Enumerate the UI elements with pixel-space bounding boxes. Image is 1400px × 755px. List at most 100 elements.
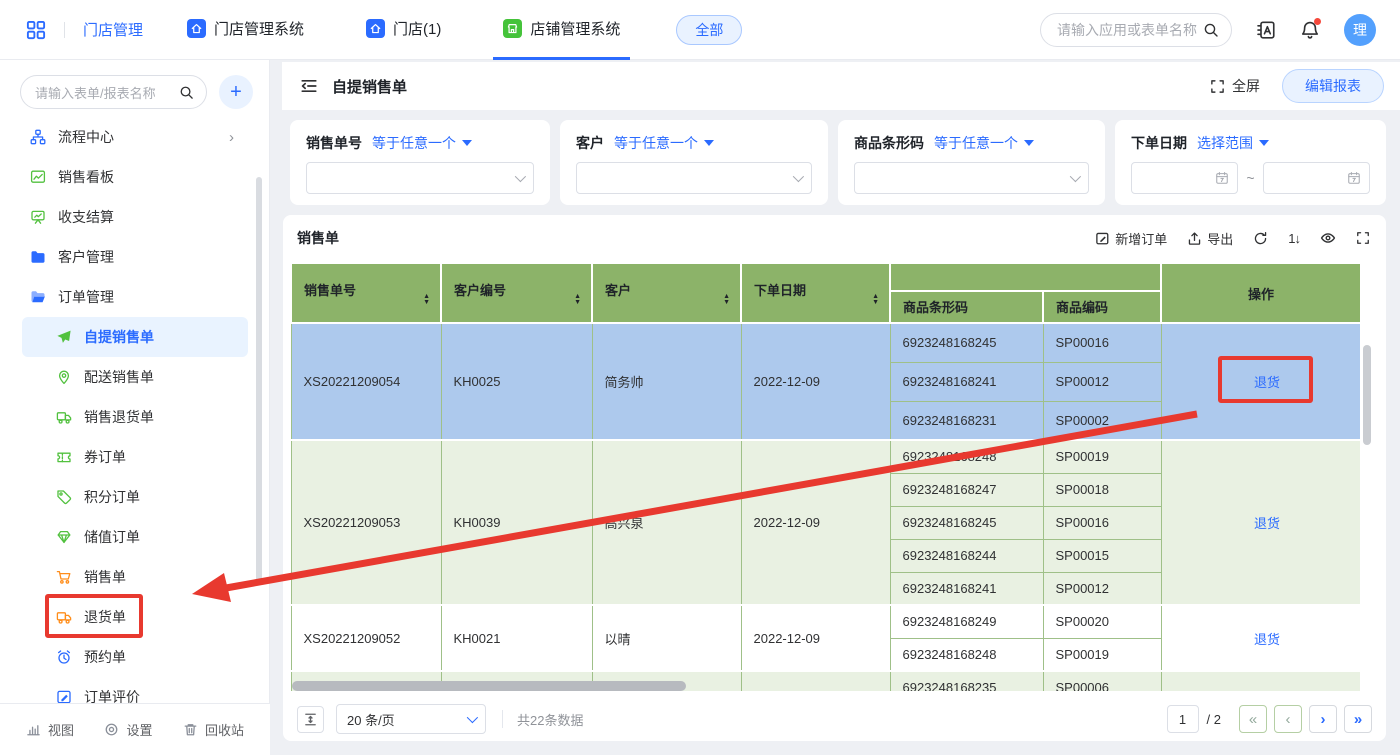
cell-order-date: 2022-12-09 [741,323,890,440]
filter-select[interactable] [306,162,534,194]
app-tab-2[interactable]: 门店(1) [356,0,451,60]
sidebar-scrollbar[interactable] [256,177,262,585]
sidebar-item-2[interactable]: 销售看板 [22,157,248,197]
column-sort-icon[interactable]: ▲▼ [872,294,879,307]
add-order-label: 新增订单 [1115,229,1167,248]
row-height-button[interactable] [297,706,324,733]
sidebar-item-10[interactable]: 积分订单 [22,477,248,517]
sidebar-item-12[interactable]: 销售单 [22,557,248,597]
return-link[interactable]: 退货 [1254,375,1280,390]
filter-card-3: 商品条形码等于任意一个 [838,120,1105,205]
column-header[interactable]: 销售单号▲▼ [291,263,441,323]
sidebar-item-4[interactable]: 客户管理 [22,237,248,277]
sidebar-footer-视图[interactable]: 视图 [26,720,74,739]
sidebar-item-15[interactable]: 订单评价 [22,677,248,703]
horizontal-scrollbar[interactable] [292,681,686,691]
cell-barcode: 6923248168241 [890,362,1043,401]
sidebar-item-9[interactable]: 券订单 [22,437,248,477]
sidebar-item-label: 储值订单 [84,527,140,547]
calendar-icon [1215,171,1229,185]
add-order-button[interactable]: 新增订单 [1095,229,1167,248]
table-fullscreen-icon[interactable] [1356,231,1370,245]
sidebar-item-1[interactable]: 流程中心› [22,117,248,157]
sidebar-footer-设置[interactable]: 设置 [104,720,152,739]
cell-customer: 高兴泉 [592,440,741,605]
sidebar-item-8[interactable]: 销售退货单 [22,397,248,437]
form-search-input[interactable]: 请输入表单/报表名称 [20,75,207,109]
column-sort-icon[interactable]: ▲▼ [723,294,730,307]
collapse-menu-icon[interactable] [300,77,318,95]
chevron-down-icon [1070,171,1081,182]
cell-product-code: SP00012 [1043,362,1161,401]
filter-operator[interactable]: 等于任意一个 [614,133,714,153]
sidebar: 请输入表单/报表名称 + 流程中心›销售看板收支结算客户管理订单管理自提销售单配… [0,60,270,755]
sidebar-item-3[interactable]: 收支结算 [22,197,248,237]
filter-operator[interactable]: 选择范围 [1197,133,1269,153]
truck-icon [56,609,72,625]
filter-select[interactable] [576,162,812,194]
sidebar-menu: 流程中心›销售看板收支结算客户管理订单管理自提销售单配送销售单销售退货单券订单积… [0,117,258,703]
app-tab-1[interactable]: 门店管理系统 [177,0,314,60]
app-tab-3[interactable]: 店铺管理系统 [493,0,630,60]
prev-page-button[interactable]: ‹ [1274,705,1302,733]
workspace-link[interactable]: 门店管理 [83,19,143,40]
date-start-input[interactable] [1131,162,1238,194]
return-link[interactable]: 退货 [1254,632,1280,647]
tab-label: 店铺管理系统 [530,18,620,39]
bar-chart-icon [26,722,41,737]
fullscreen-button[interactable]: 全屏 [1210,76,1260,96]
language-icon[interactable] [1256,20,1276,40]
sidebar-item-13[interactable]: 退货单 [22,597,248,637]
avatar[interactable]: 理 [1344,14,1376,46]
notification-bell-icon[interactable] [1300,20,1320,40]
global-search-input[interactable]: 请输入应用或表单名称 [1040,13,1232,47]
filter-card-1: 销售单号等于任意一个 [290,120,550,205]
filter-operator[interactable]: 等于任意一个 [372,133,472,153]
filter-select[interactable] [854,162,1089,194]
sidebar-item-label: 收支结算 [58,207,114,227]
chart-icon [30,169,46,185]
sidebar-item-6[interactable]: 自提销售单 [22,317,248,357]
sidebar-item-5[interactable]: 订单管理 [22,277,248,317]
filter-label: 客户 [576,133,604,153]
column-header[interactable]: 下单日期▲▼ [741,263,890,323]
cell-barcode: 6923248168244 [890,539,1043,572]
sidebar-footer-回收站[interactable]: 回收站 [183,720,244,739]
sidebar-item-7[interactable]: 配送销售单 [22,357,248,397]
visibility-icon[interactable] [1320,230,1336,246]
return-link[interactable]: 退货 [1254,516,1280,531]
table-row: XS20221209053KH0039高兴泉2022-12-0969232481… [291,440,1360,473]
date-end-input[interactable] [1263,162,1370,194]
filter-operator[interactable]: 等于任意一个 [934,133,1034,153]
cell-product-code: SP00016 [1043,506,1161,539]
edit-report-button[interactable]: 编辑报表 [1282,69,1384,103]
vertical-scrollbar[interactable] [1363,345,1371,445]
sidebar-item-11[interactable]: 储值订单 [22,517,248,557]
sidebar-search-row: 请输入表单/报表名称 + [0,60,269,117]
app-tabs: 门店管理系统门店(1) 店铺管理系统 [177,0,672,60]
footer-label: 设置 [126,720,152,739]
page-number-input[interactable]: 1 [1167,705,1199,733]
column-header[interactable]: 客户▲▼ [592,263,741,323]
apps-grid-icon[interactable] [26,20,46,40]
column-sort-icon[interactable]: ▲▼ [423,294,430,307]
cell-barcode: 6923248168241 [890,572,1043,605]
last-page-button[interactable]: » [1344,705,1372,733]
page-size-select[interactable]: 20 条/页 [336,704,486,734]
column-header[interactable]: 客户编号▲▼ [441,263,592,323]
compose-icon [1095,231,1110,246]
next-page-button[interactable]: › [1309,705,1337,733]
all-apps-pill[interactable]: 全部 [676,15,742,45]
export-button[interactable]: 导出 [1187,229,1233,248]
divider [64,22,65,38]
column-sort-icon[interactable]: ▲▼ [574,294,581,307]
sort-icon[interactable]: 1↓ [1288,231,1300,246]
first-page-button[interactable]: « [1239,705,1267,733]
board-icon [30,209,46,225]
add-form-button[interactable]: + [219,75,253,109]
top-bar: 门店管理 门店管理系统门店(1) 店铺管理系统 全部 请输入应用或表单名称 理 [0,0,1400,60]
triangle-down-icon [704,140,714,146]
refresh-icon[interactable] [1253,231,1268,246]
cell-product-code: SP00006 [1043,671,1161,691]
sidebar-item-14[interactable]: 预约单 [22,637,248,677]
